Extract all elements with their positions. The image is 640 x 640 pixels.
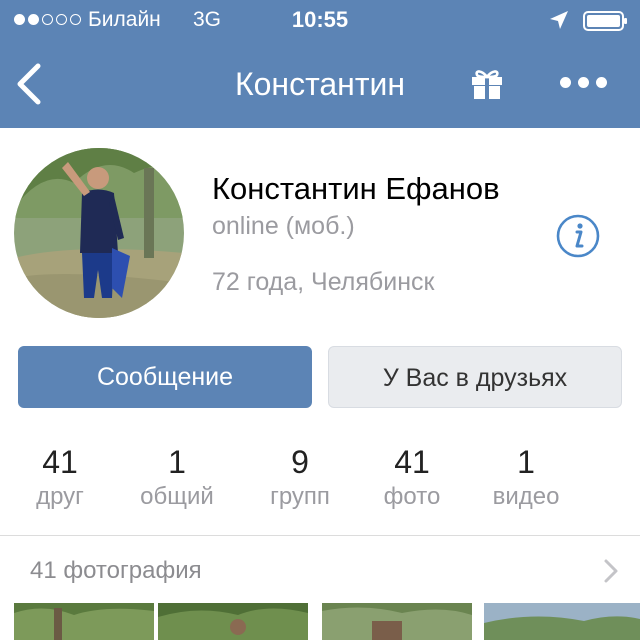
online-status: online (моб.) [212,212,355,240]
location-arrow-icon [550,11,568,29]
stat-mutual[interactable]: 1 общий [127,442,227,512]
photo-thumbnail[interactable] [322,603,472,640]
stat-number: 1 [517,444,535,480]
avatar[interactable] [14,148,184,318]
stat-label: общий [140,483,214,510]
photo-thumbnail[interactable] [158,603,308,640]
photo-thumbnail[interactable] [14,603,154,640]
page-title: Константин [234,66,406,102]
stat-label: групп [270,483,330,510]
message-button[interactable]: Сообщение [18,346,312,408]
chevron-right-icon[interactable] [600,558,622,584]
stat-label: друг [36,483,84,510]
section-divider [0,535,640,536]
age-city: 72 года, Челябинск [212,268,435,296]
friends-status-button[interactable]: У Вас в друзьях [328,346,622,408]
stat-photos[interactable]: 41 фото [362,442,462,512]
stat-number: 9 [291,444,309,480]
battery-icon [583,11,627,31]
photo-strip [0,603,640,640]
stat-label: фото [383,483,441,510]
stat-friends[interactable]: 41 друг [10,442,110,512]
stat-videos[interactable]: 1 видео [476,442,576,512]
info-icon[interactable] [555,213,601,259]
profile-name: Константин Ефанов [212,171,500,206]
gift-icon[interactable] [470,66,504,100]
top-bar: Билайн 3G 10:55 Константин [0,0,640,128]
stat-number: 1 [168,444,186,480]
stat-groups[interactable]: 9 групп [250,442,350,512]
more-icon[interactable] [560,72,610,92]
photos-section-title[interactable]: 41 фотография [30,553,202,589]
photo-thumbnail[interactable] [484,603,640,640]
stat-number: 41 [394,444,430,480]
stat-number: 41 [42,444,78,480]
status-time: 10:55 [291,7,349,32]
stat-label: видео [492,483,560,510]
